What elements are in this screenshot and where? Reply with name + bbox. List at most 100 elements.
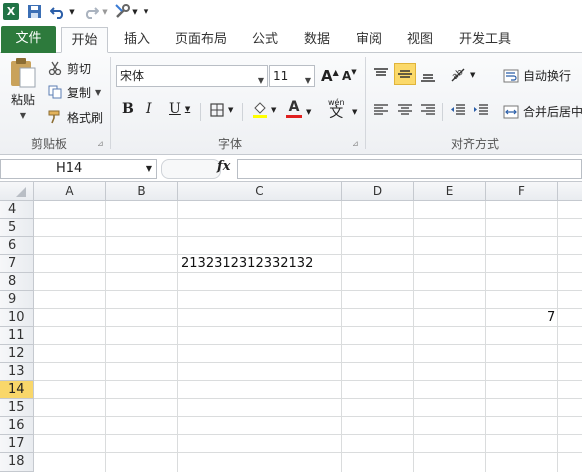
paste-dropdown-icon[interactable]: ▼: [20, 111, 26, 120]
redo-icon[interactable]: [82, 3, 100, 20]
grow-font-icon: A: [321, 67, 333, 85]
row-header-13[interactable]: 13: [0, 363, 34, 381]
name-box-dropdown-icon[interactable]: ▼: [146, 164, 152, 173]
row-header-9[interactable]: 9: [0, 291, 34, 309]
row-header-11[interactable]: 11: [0, 327, 34, 345]
row-header-18[interactable]: 18: [0, 453, 34, 472]
save-icon[interactable]: [26, 3, 43, 20]
format-painter-button[interactable]: 格式刷: [48, 108, 103, 126]
merge-center-button[interactable]: 合并后居中: [503, 103, 582, 120]
column-header-g[interactable]: [558, 182, 582, 201]
gridline: [34, 326, 582, 327]
copy-button[interactable]: 复制 ▼: [48, 83, 101, 101]
tab-file[interactable]: 文件: [1, 26, 56, 53]
orientation-icon: ab: [450, 67, 465, 82]
column-header-c[interactable]: C: [178, 182, 342, 201]
insert-function-button[interactable]: fx: [217, 159, 230, 174]
gridline: [557, 201, 558, 472]
clipboard-launcher-icon[interactable]: ⊿: [97, 139, 104, 148]
fill-color-dropdown-icon[interactable]: ▼: [271, 106, 276, 114]
tab-page-layout[interactable]: 页面布局: [168, 27, 234, 53]
select-all-corner[interactable]: [0, 182, 34, 201]
gridline: [34, 308, 582, 309]
italic-button[interactable]: I: [146, 101, 152, 117]
row-header-8[interactable]: 8: [0, 273, 34, 291]
row-header-14[interactable]: 14: [0, 381, 34, 399]
ribbon-tabs: 文件 开始 插入 页面布局 公式 数据 审阅 视图 开发工具: [0, 24, 582, 53]
row-header-16[interactable]: 16: [0, 417, 34, 435]
tab-developer[interactable]: 开发工具: [452, 27, 518, 53]
row-header-15[interactable]: 15: [0, 399, 34, 417]
cut-button[interactable]: 剪切: [48, 59, 91, 77]
column-header-e[interactable]: E: [414, 182, 486, 201]
excel-logo-icon[interactable]: X: [3, 3, 19, 20]
copy-dropdown-icon[interactable]: ▼: [95, 88, 101, 97]
name-box[interactable]: H14 ▼: [0, 159, 157, 179]
tab-view[interactable]: 视图: [398, 27, 442, 53]
orientation-button[interactable]: ab ▼: [450, 67, 475, 83]
redo-dropdown-icon[interactable]: ▼: [101, 3, 109, 20]
underline-button[interactable]: U ▼: [169, 101, 190, 117]
clipboard-group-label: 剪贴板: [30, 137, 67, 151]
align-center-button[interactable]: [397, 103, 413, 117]
row-header-17[interactable]: 17: [0, 435, 34, 453]
tools-icon[interactable]: [113, 3, 131, 20]
bold-button[interactable]: B: [122, 101, 134, 117]
tab-home[interactable]: 开始: [61, 27, 108, 53]
align-top-button[interactable]: [373, 67, 389, 81]
increase-indent-button[interactable]: [473, 103, 489, 117]
cell-c7[interactable]: 2132312312332132: [181, 256, 313, 271]
gridline: [34, 362, 582, 363]
row-header-6[interactable]: 6: [0, 237, 34, 255]
wrap-text-button[interactable]: 自动换行: [503, 67, 571, 84]
phonetic-dropdown-icon[interactable]: ▼: [352, 108, 357, 116]
row-header-4[interactable]: 4: [0, 201, 34, 219]
font-color-button[interactable]: A: [286, 99, 302, 118]
column-header-b[interactable]: B: [106, 182, 178, 201]
underline-dropdown-icon[interactable]: ▼: [185, 105, 190, 113]
column-header-a[interactable]: A: [34, 182, 106, 201]
cell-f10[interactable]: 7: [547, 310, 555, 325]
font-color-dropdown-icon[interactable]: ▼: [306, 108, 311, 116]
formula-bar-splitter[interactable]: [161, 159, 221, 179]
align-bottom-button[interactable]: [420, 69, 436, 83]
align-left-button[interactable]: [373, 103, 389, 117]
row-header-12[interactable]: 12: [0, 345, 34, 363]
decrease-indent-button[interactable]: [450, 103, 466, 117]
paste-button[interactable]: 粘贴 ▼: [4, 57, 42, 125]
undo-dropdown-icon[interactable]: ▼: [68, 3, 76, 20]
font-size-box[interactable]: 11 ▼: [269, 65, 315, 87]
spreadsheet-grid: A B C D E F 4 5 6 7 8 9 10 11 12 13 14 1…: [0, 182, 582, 472]
font-size-dropdown-icon[interactable]: ▼: [305, 71, 311, 91]
column-header-f[interactable]: F: [486, 182, 558, 201]
shrink-font-button[interactable]: A ▼: [342, 68, 357, 83]
phonetic-button[interactable]: wén 文: [328, 97, 345, 120]
font-name-dropdown-icon[interactable]: ▼: [258, 71, 264, 91]
grow-font-button[interactable]: A ▲: [321, 67, 339, 85]
borders-dropdown-icon[interactable]: ▼: [228, 106, 233, 114]
row-header-7[interactable]: 7: [0, 255, 34, 273]
orientation-dropdown-icon[interactable]: ▼: [470, 71, 475, 79]
font-launcher-icon[interactable]: ⊿: [352, 139, 359, 148]
borders-icon: [210, 103, 224, 117]
align-middle-button[interactable]: [394, 63, 416, 85]
gridline: [341, 201, 342, 472]
borders-button[interactable]: ▼: [210, 103, 233, 117]
column-header-d[interactable]: D: [342, 182, 414, 201]
customize-toolbar-icon[interactable]: ▾: [141, 3, 151, 20]
row-header-5[interactable]: 5: [0, 219, 34, 237]
row-header-10[interactable]: 10: [0, 309, 34, 327]
fill-color-button[interactable]: ▼: [252, 101, 276, 119]
align-right-button[interactable]: [420, 103, 436, 117]
wrap-text-label: 自动换行: [523, 69, 572, 83]
gridline: [34, 218, 582, 219]
formula-bar: H14 ▼ fx: [0, 156, 582, 182]
tab-insert[interactable]: 插入: [115, 27, 159, 53]
tab-review[interactable]: 审阅: [347, 27, 391, 53]
font-name-box[interactable]: 宋体 ▼: [116, 65, 268, 87]
undo-icon[interactable]: [49, 3, 67, 20]
tab-formulas[interactable]: 公式: [243, 27, 287, 53]
formula-input[interactable]: [237, 159, 582, 179]
tab-data[interactable]: 数据: [295, 27, 339, 53]
tools-dropdown-icon[interactable]: ▼: [131, 3, 139, 20]
